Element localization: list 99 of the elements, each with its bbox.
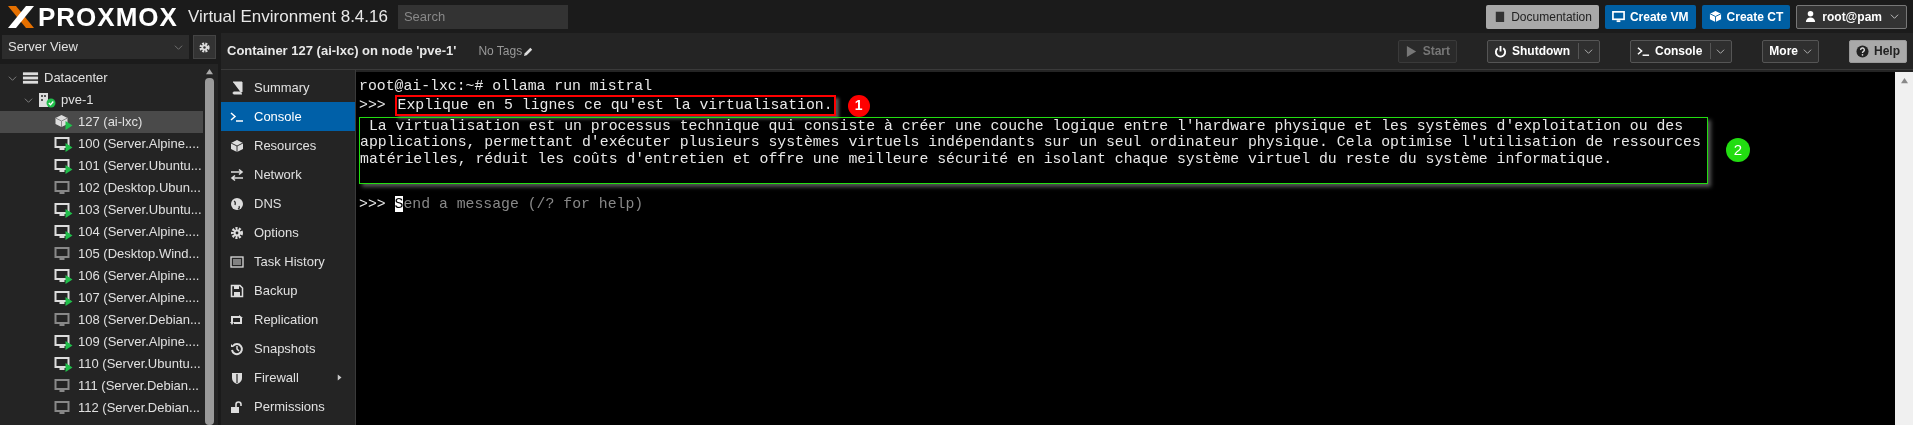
chevron-down-icon bbox=[1716, 46, 1726, 56]
monitor-running-icon bbox=[54, 201, 73, 219]
monitor-icon bbox=[54, 179, 73, 197]
tree-item[interactable]: 109 (Server.Alpine.... bbox=[0, 331, 203, 353]
tree-item[interactable]: 107 (Server.Alpine.... bbox=[0, 287, 203, 309]
terminal-icon bbox=[230, 109, 244, 124]
server-rack-icon bbox=[22, 71, 39, 85]
arrows-exchange-icon bbox=[230, 167, 244, 182]
repeat-arrows-icon bbox=[230, 312, 244, 327]
chevron-down-icon bbox=[24, 95, 33, 105]
user-menu-button[interactable]: root@pam bbox=[1796, 4, 1907, 29]
monitor-icon bbox=[54, 377, 73, 395]
tree-item[interactable]: 102 (Desktop.Ubun... bbox=[0, 177, 203, 199]
settings-icon bbox=[230, 225, 244, 240]
x-logo-icon bbox=[6, 3, 36, 30]
nav-item[interactable]: DNS bbox=[221, 189, 355, 218]
scroll-up-arrow-icon bbox=[1899, 77, 1909, 84]
nav-item[interactable]: Permissions bbox=[221, 392, 355, 421]
chevron-down-icon bbox=[1803, 46, 1812, 56]
terminal-console[interactable] bbox=[356, 72, 1913, 425]
user-icon bbox=[1804, 10, 1818, 23]
history-icon bbox=[230, 341, 244, 356]
product-version: Virtual Environment 8.4.16 bbox=[187, 5, 388, 28]
toolbar-button[interactable]: Help bbox=[1849, 39, 1907, 63]
tree-item[interactable]: 101 (Server.Ubuntu... bbox=[0, 155, 203, 177]
settings-button[interactable] bbox=[193, 35, 216, 59]
tree-item[interactable]: pve-1 bbox=[0, 89, 203, 111]
pencil-icon bbox=[523, 45, 535, 57]
tree-item[interactable]: 106 (Server.Alpine.... bbox=[0, 265, 203, 287]
play-icon bbox=[1404, 44, 1418, 58]
cube-icon bbox=[230, 138, 244, 153]
list-icon bbox=[230, 254, 244, 269]
tree-item[interactable]: 103 (Server.Ubuntu... bbox=[0, 199, 203, 221]
monitor-running-icon bbox=[54, 333, 73, 351]
monitor-running-icon bbox=[54, 157, 73, 175]
toolbar-button[interactable]: Console bbox=[1629, 39, 1733, 63]
chevron-down-icon bbox=[8, 73, 17, 83]
tree-item[interactable]: 105 (Desktop.Wind... bbox=[0, 243, 203, 265]
monitor-running-icon bbox=[54, 267, 73, 285]
highlighted-question: Explique en 5 lignes ce qu'est la virtualisation. bbox=[394, 95, 836, 116]
nav-item[interactable]: Snapshots bbox=[221, 334, 355, 363]
nav-item[interactable]: Firewall bbox=[221, 363, 355, 392]
chevron-down-icon bbox=[174, 42, 183, 52]
tree-item[interactable]: 111 (Server.Debian... bbox=[0, 375, 203, 397]
tree-item[interactable]: 104 (Server.Alpine.... bbox=[0, 221, 203, 243]
tree-item[interactable]: 112 (Server.Debian... bbox=[0, 397, 203, 419]
globe-icon bbox=[230, 196, 244, 211]
nav-item[interactable]: Summary bbox=[221, 73, 355, 102]
annotation-marker: 1 bbox=[847, 94, 870, 117]
tree-item[interactable]: 110 (Server.Ubuntu... bbox=[0, 353, 203, 375]
monitor-running-icon bbox=[54, 135, 73, 153]
power-icon bbox=[1494, 44, 1507, 58]
tags-edit-button[interactable]: No Tags bbox=[478, 42, 535, 60]
nav-item[interactable]: Resources bbox=[221, 131, 355, 160]
terminal-icon bbox=[1636, 44, 1650, 58]
unlocked-padlock-icon bbox=[230, 399, 244, 414]
nav-item[interactable]: Backup bbox=[221, 276, 355, 305]
tree-item[interactable]: 127 (ai-lxc) bbox=[0, 111, 203, 133]
chevron-down-icon bbox=[1583, 46, 1593, 56]
monitor-running-icon bbox=[54, 355, 73, 373]
monitor-running-icon bbox=[54, 289, 73, 307]
nav-item[interactable]: Replication bbox=[221, 305, 355, 334]
header-button[interactable]: Documentation bbox=[1486, 4, 1599, 29]
tree-item[interactable]: 100 (Server.Alpine.... bbox=[0, 133, 203, 155]
panel-title: Container 127 (ai-lxc) on node 'pve-1' bbox=[227, 42, 457, 61]
brand-logo: PROXMOX bbox=[38, 3, 178, 30]
nav-item[interactable]: Console bbox=[221, 102, 355, 131]
monitor-icon bbox=[54, 245, 73, 263]
tree-item[interactable]: 108 (Server.Debian... bbox=[0, 309, 203, 331]
shield-icon bbox=[230, 370, 244, 385]
highlighted-answer: La virtualisation est un processus technique qui consiste à créer une couche logique entre l'hardware physique et les systèmes d'exploitation ou des applications, permettant d'exécuter plusieurs systèmes virtuels indépendants sur un seul ordinateur physique. Cela optimise l'utilisation de ressources matérielles, réduit les coûts d'entretien et offre une meilleure sécurité en isolant chaque système virtuel du reste du système informatique. bbox=[359, 116, 1708, 184]
monitor-icon bbox=[54, 311, 73, 329]
cube-icon bbox=[1708, 10, 1722, 23]
submenu-arrow-icon bbox=[337, 373, 343, 382]
header-button[interactable]: Create VM bbox=[1604, 4, 1696, 29]
nav-item[interactable]: Task History bbox=[221, 247, 355, 276]
server-online-icon bbox=[38, 92, 56, 108]
header-button[interactable]: Create CT bbox=[1701, 4, 1791, 29]
view-selector[interactable]: Server View bbox=[2, 35, 189, 59]
monitor-icon bbox=[54, 399, 73, 417]
message-input[interactable]: Send a message (/? for help) bbox=[394, 196, 644, 213]
search-field[interactable]: Search bbox=[397, 4, 568, 29]
container-running-icon bbox=[54, 113, 73, 131]
prompt-text: >>> bbox=[359, 196, 387, 213]
scrollbar[interactable] bbox=[1895, 72, 1913, 425]
chevron-down-icon bbox=[1890, 12, 1899, 21]
nav-item[interactable]: Network bbox=[221, 160, 355, 189]
monitor-running-icon bbox=[54, 223, 73, 241]
help-icon bbox=[1856, 44, 1869, 58]
scroll-up-arrow-icon bbox=[205, 68, 214, 75]
nav-item[interactable]: Options bbox=[221, 218, 355, 247]
settings-icon bbox=[198, 40, 211, 54]
toolbar-button[interactable]: More bbox=[1762, 39, 1819, 63]
toolbar-button[interactable]: Shutdown bbox=[1487, 39, 1600, 63]
terminal-line: root@ai-lxc:~# ollama run mistral bbox=[359, 78, 654, 95]
prompt-text: >>> bbox=[359, 97, 387, 114]
monitor-icon bbox=[1611, 10, 1625, 23]
tree-item[interactable]: Datacenter bbox=[0, 67, 203, 89]
annotation-marker: 2 bbox=[1725, 138, 1750, 163]
